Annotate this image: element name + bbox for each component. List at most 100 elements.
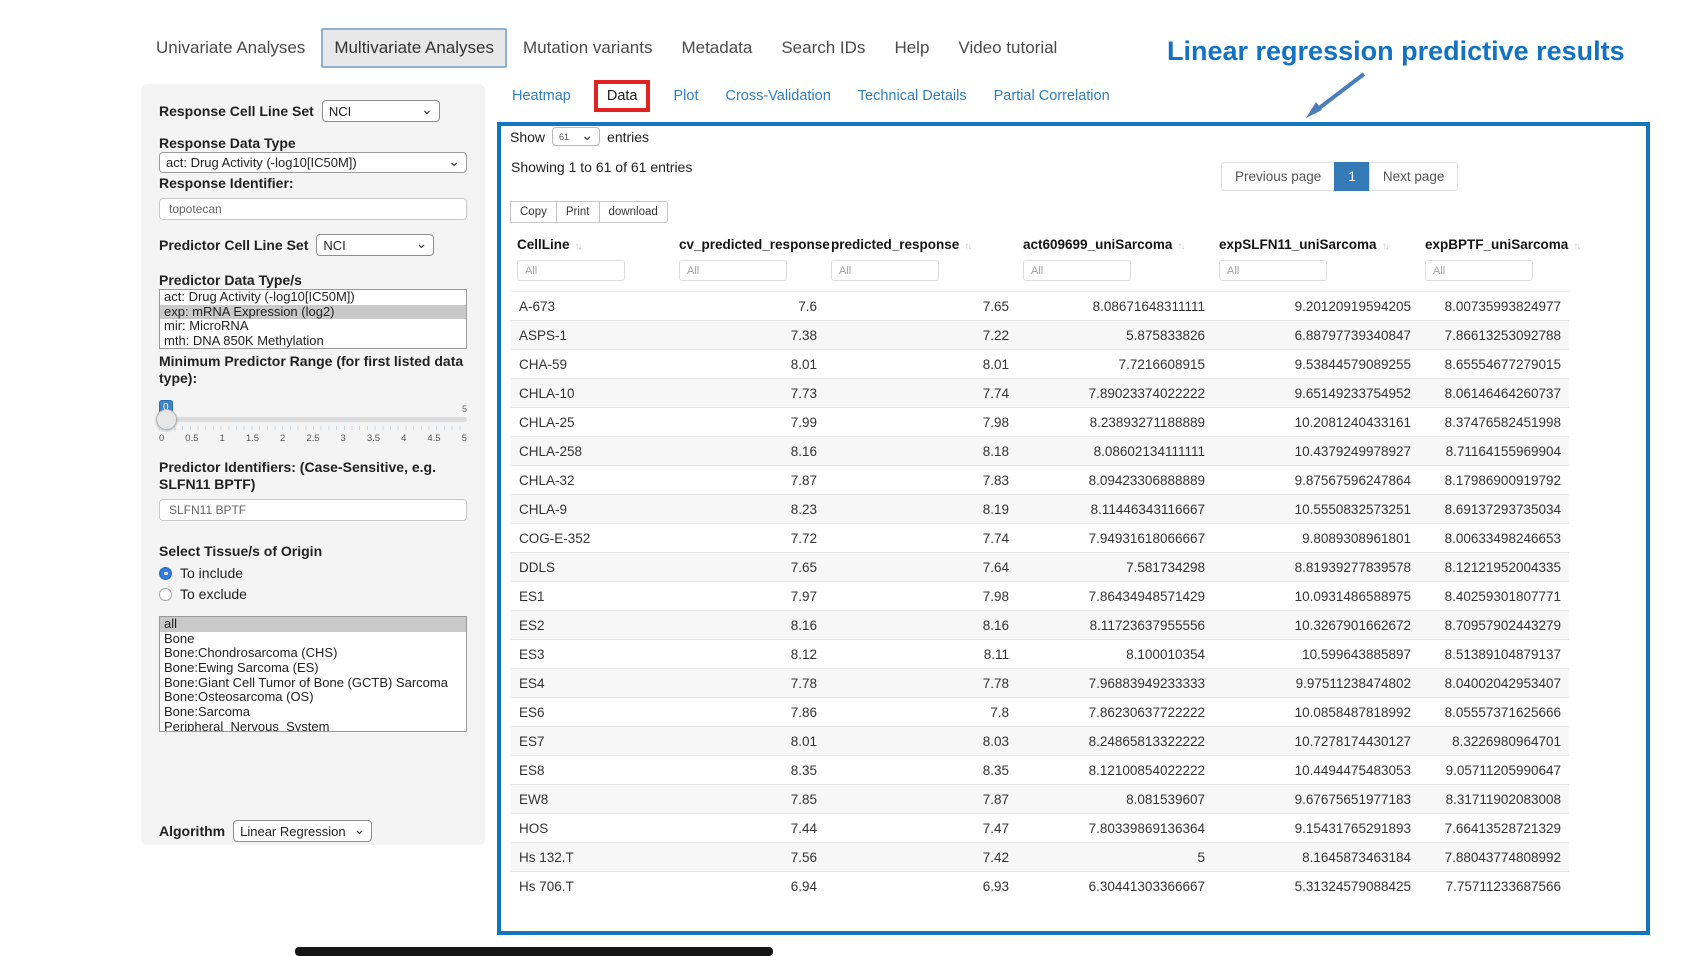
column-filter-input[interactable] <box>679 260 787 281</box>
cell-line: A-673 <box>511 292 673 321</box>
table-action-button[interactable]: download <box>599 201 668 223</box>
slider-track[interactable] <box>159 417 467 422</box>
entries-count-select[interactable]: 61 ⌄ <box>552 127 600 146</box>
min-predictor-range-slider[interactable]: 0 5 00.511.522.533.544.55 <box>159 417 467 457</box>
sort-icon[interactable] <box>964 241 970 252</box>
result-tab[interactable]: Technical Details <box>858 88 967 104</box>
predictor-cell-line-set-select[interactable]: NCI ⌄ <box>316 234 434 256</box>
cv-predicted-response: 7.44 <box>673 814 825 843</box>
cv-predicted-response: 7.85 <box>673 785 825 814</box>
listbox-option[interactable]: Peripheral_Nervous_System <box>160 720 466 732</box>
listbox-option[interactable]: Bone:Chondrosarcoma (CHS) <box>160 646 466 661</box>
column-filter-input[interactable] <box>1219 260 1327 281</box>
column-header[interactable]: act609699_uniSarcoma <box>1017 230 1213 258</box>
sort-icon[interactable] <box>1573 241 1579 252</box>
column-header[interactable]: cv_predicted_response <box>673 230 825 258</box>
current-page-button[interactable]: 1 <box>1334 162 1370 191</box>
tick-label: 2.5 <box>306 433 319 444</box>
result-tab[interactable]: Cross-Validation <box>725 88 830 104</box>
listbox-option[interactable]: act: Drug Activity (-log10[IC50M]) <box>160 290 466 305</box>
expBPTF-uniSarcoma: 8.70957902443279 <box>1419 611 1569 640</box>
sort-icon[interactable] <box>575 241 581 252</box>
column-header-label: cv_predicted_response <box>679 237 830 252</box>
algorithm-row: Algorithm Linear Regression ⌄ <box>159 820 467 842</box>
listbox-option[interactable]: Bone:Sarcoma <box>160 705 466 720</box>
cell-line: ES8 <box>511 756 673 785</box>
show-entries-suffix: entries <box>607 129 649 145</box>
response-identifier-input[interactable] <box>159 198 467 220</box>
predicted-response: 7.8 <box>825 698 1017 727</box>
cell-line: CHA-59 <box>511 350 673 379</box>
nav-item[interactable]: Mutation variants <box>510 28 665 68</box>
cell-line: EW8 <box>511 785 673 814</box>
listbox-option[interactable]: Bone:Giant Cell Tumor of Bone (GCTB) Sar… <box>160 676 466 691</box>
result-tab[interactable]: Plot <box>673 88 698 104</box>
tick-label: 1 <box>220 433 225 444</box>
column-filter-input[interactable] <box>1425 260 1533 281</box>
nav-item[interactable]: Video tutorial <box>945 28 1070 68</box>
expBPTF-uniSarcoma: 7.66413528721329 <box>1419 814 1569 843</box>
sort-icon[interactable] <box>1382 241 1388 252</box>
column-filter-input[interactable] <box>831 260 939 281</box>
cell-line: ES3 <box>511 640 673 669</box>
radio-label: To exclude <box>180 586 247 602</box>
cv-predicted-response: 7.78 <box>673 669 825 698</box>
listbox-option[interactable]: all <box>160 617 466 632</box>
expBPTF-uniSarcoma: 8.00633498246653 <box>1419 524 1569 553</box>
expBPTF-uniSarcoma: 8.51389104879137 <box>1419 640 1569 669</box>
tick-label: 0 <box>159 433 164 444</box>
algorithm-select[interactable]: Linear Regression ⌄ <box>233 820 372 842</box>
response-data-type-select[interactable]: act: Drug Activity (-log10[IC50M]) ⌄ <box>159 152 467 173</box>
act609699-uniSarcoma: 8.081539607 <box>1017 785 1213 814</box>
predicted-response: 7.78 <box>825 669 1017 698</box>
expBPTF-uniSarcoma: 8.04002042953407 <box>1419 669 1569 698</box>
tick-label: 0.5 <box>185 433 198 444</box>
nav-item[interactable]: Metadata <box>668 28 765 68</box>
table-row: ES2 8.16 8.16 8.11723637955556 10.326790… <box>511 611 1569 640</box>
next-page-button[interactable]: Next page <box>1369 162 1459 191</box>
table-action-button[interactable]: Copy <box>510 201 557 223</box>
listbox-option[interactable]: Bone:Osteosarcoma (OS) <box>160 690 466 705</box>
tissue-radio[interactable]: To include <box>159 565 467 581</box>
nav-item[interactable]: Univariate Analyses <box>143 28 318 68</box>
app-window: Univariate AnalysesMultivariate Analyses… <box>0 0 1700 956</box>
expSLFN11-uniSarcoma: 9.8089308961801 <box>1213 524 1419 553</box>
predicted-response: 8.35 <box>825 756 1017 785</box>
sort-icon[interactable] <box>1177 241 1183 252</box>
act609699-uniSarcoma: 8.08602134111111 <box>1017 437 1213 466</box>
nav-item[interactable]: Multivariate Analyses <box>321 28 507 68</box>
predictor-identifiers-input[interactable] <box>159 499 467 521</box>
column-header[interactable]: CellLine <box>511 230 673 258</box>
nav-item[interactable]: Help <box>881 28 942 68</box>
result-tab[interactable]: Data <box>594 80 651 112</box>
previous-page-button[interactable]: Previous page <box>1221 162 1335 191</box>
predicted-response: 7.74 <box>825 379 1017 408</box>
expBPTF-uniSarcoma: 7.88043774808992 <box>1419 843 1569 872</box>
result-tab[interactable]: Heatmap <box>512 88 571 104</box>
column-filter-input[interactable] <box>517 260 625 281</box>
expBPTF-uniSarcoma: 8.05557371625666 <box>1419 698 1569 727</box>
result-tab[interactable]: Partial Correlation <box>994 88 1110 104</box>
listbox-option[interactable]: exp: mRNA Expression (log2) <box>160 305 466 320</box>
listbox-option[interactable]: mth: DNA 850K Methylation <box>160 334 466 349</box>
column-header[interactable]: expSLFN11_uniSarcoma <box>1213 230 1419 258</box>
column-header[interactable]: expBPTF_uniSarcoma <box>1419 230 1569 258</box>
tissue-radio[interactable]: To exclude <box>159 586 467 602</box>
table-action-button[interactable]: Print <box>556 201 600 223</box>
cv-predicted-response: 7.72 <box>673 524 825 553</box>
listbox-option[interactable]: Bone:Ewing Sarcoma (ES) <box>160 661 466 676</box>
response-cell-line-set-select[interactable]: NCI ⌄ <box>322 100 440 122</box>
filter-cell <box>825 258 1017 292</box>
listbox-option[interactable]: mir: MicroRNA <box>160 319 466 334</box>
filter-cell <box>511 258 673 292</box>
cell-line: Hs 706.T <box>511 872 673 901</box>
expBPTF-uniSarcoma: 9.05711205990647 <box>1419 756 1569 785</box>
column-header[interactable]: predicted_response <box>825 230 1017 258</box>
expBPTF-uniSarcoma: 7.86613253092788 <box>1419 321 1569 350</box>
slider-tick-labels: 00.511.522.533.544.55 <box>159 433 467 444</box>
column-filter-input[interactable] <box>1023 260 1131 281</box>
nav-item[interactable]: Search IDs <box>768 28 878 68</box>
listbox-option[interactable]: Bone <box>160 632 466 647</box>
showing-entries-text: Showing 1 to 61 of 61 entries <box>511 159 692 175</box>
act609699-uniSarcoma: 5 <box>1017 843 1213 872</box>
